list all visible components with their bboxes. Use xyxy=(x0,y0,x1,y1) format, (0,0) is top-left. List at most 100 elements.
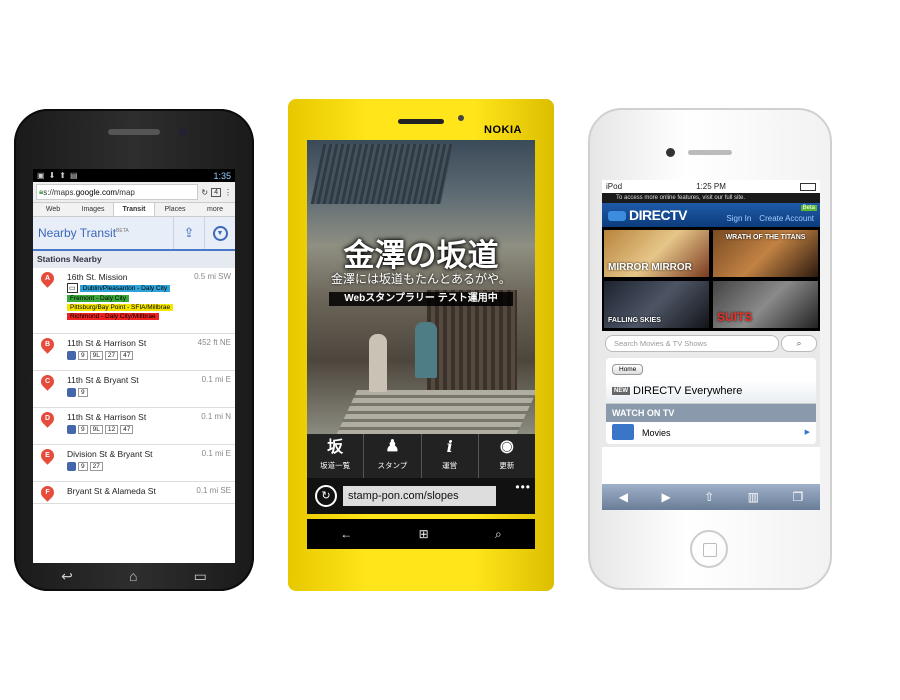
url-field[interactable]: 🔒︎ s://maps. google.com/map xyxy=(36,184,199,200)
home-button[interactable]: Home xyxy=(612,364,644,375)
stamp-rally-banner: Webスタンプラリー テスト運用中 xyxy=(329,292,513,306)
bus-lines: 9 xyxy=(67,388,231,397)
carrier: iPod xyxy=(606,182,623,191)
line-badge: 27 xyxy=(104,351,119,360)
directv-everywhere-row[interactable]: NEW DIRECTV Everywhere xyxy=(606,380,816,404)
stop-e[interactable]: E Division St & Bryant St 0.1 mi E 9 27 xyxy=(33,445,235,482)
recent-apps-icon[interactable]: ▭ xyxy=(194,568,207,585)
url-suffix: /map xyxy=(117,187,135,197)
tab-more[interactable]: more xyxy=(195,203,235,216)
featured-tile[interactable]: SUITS xyxy=(713,281,818,328)
movies-row[interactable]: Movies xyxy=(606,422,816,444)
shop-icon: ▤ xyxy=(69,171,78,180)
new-badge: NEW xyxy=(612,387,630,396)
stop-distance: 0.1 mi N xyxy=(201,412,231,421)
row-label: DIRECTV Everywhere xyxy=(633,385,743,397)
line-badge: 9L xyxy=(89,425,103,434)
search-bar: Search Movies & TV Shows ⌕ xyxy=(602,331,820,355)
home-icon[interactable]: ⌂ xyxy=(129,568,137,584)
stamp-icon: ♟ xyxy=(385,438,400,455)
content-area: Home NEW DIRECTV Everywhere WATCH ON TV M… xyxy=(602,355,820,447)
menu-stamp[interactable]: ♟ スタンプ xyxy=(364,434,422,478)
site-menu: 坂坂道一覧 ♟ スタンプ i 運営 ◉ 更新 xyxy=(307,434,535,478)
beta-label: BETA xyxy=(116,228,129,234)
map-pin-icon: A xyxy=(38,269,57,288)
search-button[interactable]: ⌕ xyxy=(781,334,817,352)
options-button[interactable]: ▼ xyxy=(204,217,235,249)
url-prefix: s://maps. xyxy=(43,187,76,197)
image-notification-icon: ▣ xyxy=(37,171,45,180)
battery-icon xyxy=(800,182,816,191)
full-site-promo[interactable]: To access more online features, visit ou… xyxy=(602,193,820,203)
tabs-icon[interactable]: ❐ xyxy=(792,490,803,504)
back-arrow-icon[interactable]: ← xyxy=(340,527,352,541)
reload-icon[interactable]: ↻ xyxy=(201,188,208,197)
back-icon[interactable]: ↩ xyxy=(61,568,73,585)
tab-images[interactable]: Images xyxy=(73,203,113,216)
menu-label: 運営 xyxy=(442,461,458,470)
stop-d[interactable]: D 11th St & Harrison St 0.1 mi N 9 9L 12… xyxy=(33,408,235,445)
search-icon: ⌕ xyxy=(796,337,802,348)
menu-update[interactable]: ◉ 更新 xyxy=(479,434,535,478)
featured-grid: MIRROR MIRROR WRATH OF THE TITANS FALLIN… xyxy=(602,227,820,331)
windows-start-icon[interactable]: ⊞ xyxy=(419,527,429,541)
stop-distance: 0.1 mi E xyxy=(201,449,231,458)
stop-c[interactable]: C 11th St & Bryant St 0.1 mi E 9 xyxy=(33,371,235,408)
android-screen: ▣ ⬇ ⬆ ▤ 1:35 🔒︎ s://maps. google.com/map ↻ 4… xyxy=(33,169,235,563)
bus-lines: 9 9L 12 47 xyxy=(67,425,231,434)
photo-roof xyxy=(310,144,454,204)
chevron-down-icon: ▼ xyxy=(212,225,228,241)
refresh-icon[interactable]: ↻ xyxy=(315,485,337,507)
back-icon[interactable]: ◀ xyxy=(619,490,628,504)
bookmarks-icon[interactable]: ▥ xyxy=(748,490,759,504)
photo-person xyxy=(369,334,387,392)
bus-icon xyxy=(67,388,76,397)
line-badge: 9 xyxy=(78,388,88,397)
search-input[interactable]: Search Movies & TV Shows xyxy=(605,334,779,352)
status-time: 1:25 PM xyxy=(696,182,726,191)
featured-tile[interactable]: FALLING SKIES xyxy=(604,281,709,328)
photo-wall xyxy=(427,290,517,400)
menu-icon[interactable]: ⋮ xyxy=(224,188,232,197)
menu-info[interactable]: i 運営 xyxy=(422,434,479,478)
tile-title: MIRROR MIRROR xyxy=(608,262,692,273)
stop-distance: 0.5 mi SW xyxy=(194,272,231,281)
forward-icon[interactable]: ▶ xyxy=(661,490,670,504)
home-button-hardware[interactable] xyxy=(690,530,728,568)
tab-places[interactable]: Places xyxy=(155,203,195,216)
share-icon[interactable]: ⇧ xyxy=(704,490,714,504)
tab-transit[interactable]: Transit xyxy=(113,203,155,216)
menu-label: 更新 xyxy=(499,461,515,470)
directv-header: DIRECTV Beta Sign In Create Account xyxy=(602,203,820,227)
stop-a[interactable]: A 16th St. Mission 0.5 mi SW ▭ Dublin/Pl… xyxy=(33,268,235,334)
train-icon: ▭ xyxy=(67,283,78,293)
menu-slope-list[interactable]: 坂坂道一覧 xyxy=(307,434,365,478)
stop-f[interactable]: F Bryant St & Alameda St 0.1 mi SE xyxy=(33,482,235,504)
earpiece-speaker xyxy=(688,150,732,155)
line-badge: 12 xyxy=(104,425,119,434)
search-icon[interactable]: ⌕ xyxy=(495,527,502,542)
line-badge: 47 xyxy=(120,351,134,360)
line-badge: 47 xyxy=(120,425,134,434)
share-button[interactable]: ⇪ xyxy=(173,217,204,249)
url-field[interactable]: stamp-pon.com/slopes xyxy=(343,486,496,506)
directv-logo[interactable]: DIRECTV xyxy=(608,207,726,223)
tab-web[interactable]: Web xyxy=(33,203,73,216)
route-label: Fremont - Daly City xyxy=(67,295,129,302)
featured-tile[interactable]: WRATH OF THE TITANS xyxy=(713,230,818,277)
tile-title: SUITS xyxy=(717,310,753,324)
front-camera xyxy=(179,128,187,136)
slope-icon: 坂 xyxy=(327,437,344,456)
earpiece-speaker xyxy=(108,129,160,135)
stop-b[interactable]: B 11th St & Harrison St 452 ft NE 9 9L 2… xyxy=(33,334,235,371)
menu-label: 坂道一覧 xyxy=(320,461,351,470)
create-account-link[interactable]: Create Account xyxy=(759,214,814,223)
bus-lines: 9 9L 27 47 xyxy=(67,351,231,360)
more-options-button[interactable]: ••• xyxy=(515,480,531,494)
map-pin-icon: E xyxy=(38,446,57,465)
sign-in-link[interactable]: Sign In xyxy=(726,214,751,223)
bus-icon xyxy=(67,351,76,360)
featured-tile[interactable]: MIRROR MIRROR xyxy=(604,230,709,277)
tab-count[interactable]: 4 xyxy=(211,187,221,197)
browser-address-bar: ↻ stamp-pon.com/slopes ••• xyxy=(307,478,535,514)
